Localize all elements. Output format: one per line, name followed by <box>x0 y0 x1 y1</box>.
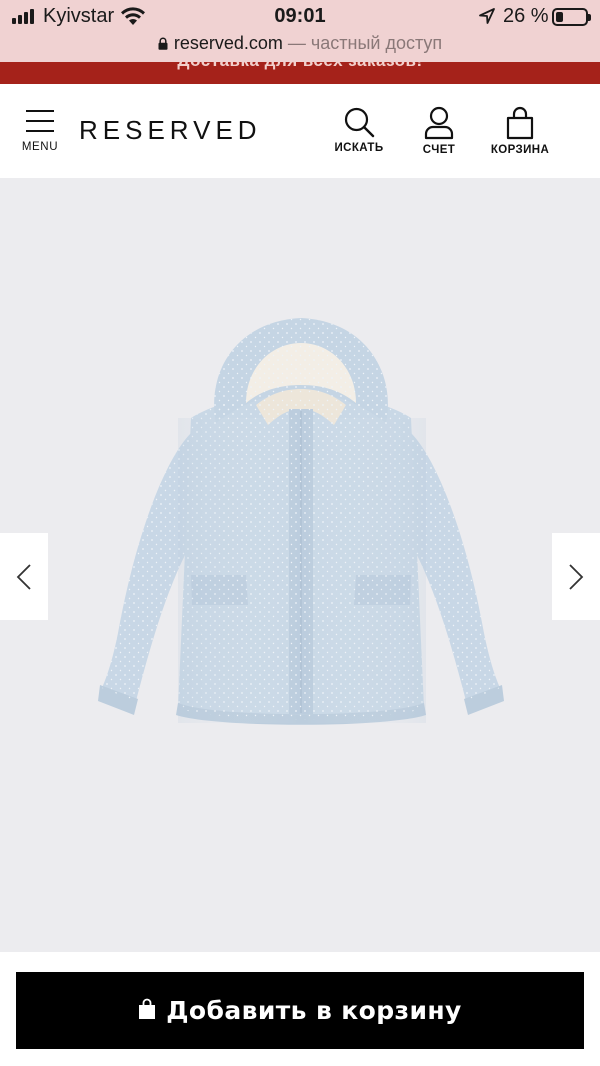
browser-top-bar: Kyivstar 09:01 26 % reserved.com — частн… <box>0 0 600 62</box>
bottom-bar: Добавить в корзину <box>0 952 600 1066</box>
gallery-prev-button[interactable] <box>0 533 48 620</box>
site-header: MENU RESERVED ИСКАТЬ СЧЕТ КОРЗИНА <box>0 84 600 178</box>
gallery-next-button[interactable] <box>552 533 600 620</box>
status-bar: Kyivstar 09:01 26 % <box>0 0 600 34</box>
user-icon <box>424 106 454 140</box>
shopping-bag-icon <box>506 106 534 140</box>
brand-logo[interactable]: RESERVED <box>79 115 262 146</box>
add-to-cart-button[interactable]: Добавить в корзину <box>16 972 584 1049</box>
shopping-bag-icon <box>139 998 156 1019</box>
account-button[interactable]: СЧЕТ <box>409 106 469 156</box>
jacket-image <box>98 318 504 725</box>
search-button[interactable]: ИСКАТЬ <box>327 106 391 154</box>
cart-label: КОРЗИНА <box>490 144 550 156</box>
promo-banner[interactable]: Доставка для всех заказов! <box>0 62 600 84</box>
address-bar[interactable]: reserved.com — частный доступ <box>0 33 600 53</box>
chevron-right-icon <box>569 563 584 590</box>
product-gallery[interactable] <box>0 178 600 952</box>
search-label: ИСКАТЬ <box>334 142 384 154</box>
url-domain: reserved.com <box>173 33 283 53</box>
battery-percent: 26 % <box>503 5 549 27</box>
menu-button[interactable]: MENU <box>16 110 64 158</box>
add-to-cart-label: Добавить в корзину <box>166 996 462 1025</box>
promo-text: Доставка для всех заказов! <box>0 62 600 71</box>
location-arrow-icon <box>479 8 495 24</box>
hamburger-icon <box>26 110 54 132</box>
cart-button[interactable]: КОРЗИНА <box>484 106 556 156</box>
private-mode-label: — частный доступ <box>282 33 443 53</box>
account-label: СЧЕТ <box>422 144 456 156</box>
battery-level-fill <box>556 12 563 22</box>
menu-label: MENU <box>21 141 59 153</box>
battery-icon <box>552 8 591 26</box>
search-icon <box>344 107 375 138</box>
lock-icon <box>158 37 168 50</box>
chevron-left-icon <box>16 563 31 590</box>
